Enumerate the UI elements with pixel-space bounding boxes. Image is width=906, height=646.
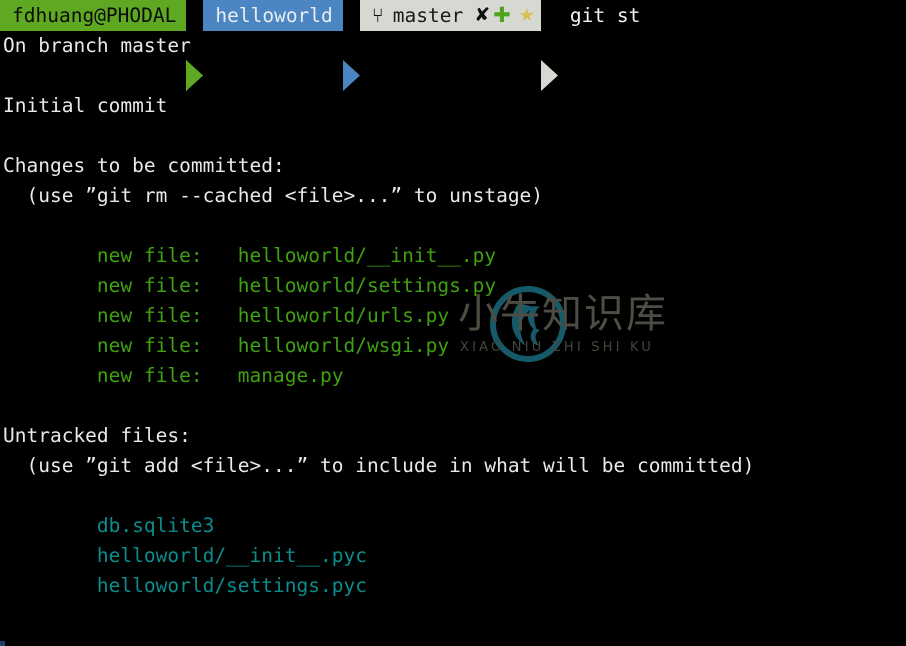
- output-line: new file: helloworld/wsgi.py: [3, 334, 450, 357]
- prompt-separator-directory-icon: [342, 0, 360, 91]
- output-blank-line: [0, 61, 906, 91]
- output-line: Initial commit: [3, 94, 168, 117]
- terminal-output: On branch master Initial commit Changes to…: [0, 31, 906, 601]
- git-staged-icon: ✚: [493, 3, 511, 27]
- output-line: new file: manage.py: [3, 364, 344, 387]
- prompt-directory-segment: helloworld: [203, 0, 343, 31]
- output-line: db.sqlite3: [3, 514, 215, 537]
- shell-prompt-bar: fdhuang@PHODAL helloworld ⑂ master ✘ ✚ ★…: [0, 0, 640, 91]
- git-stashed-icon: ★: [518, 5, 535, 26]
- output-line: Untracked files:: [3, 424, 191, 447]
- output-blank-line: [0, 481, 906, 511]
- output-line: Changes to be committed:: [3, 154, 285, 177]
- prompt-directory-label: helloworld: [215, 4, 333, 27]
- prompt-user-host-label: fdhuang@PHODAL: [12, 4, 177, 27]
- terminal-window: fdhuang@PHODAL helloworld ⑂ master ✘ ✚ ★…: [0, 0, 906, 646]
- output-line: new file: helloworld/settings.py: [3, 274, 497, 297]
- output-line: helloworld/settings.pyc: [3, 574, 367, 597]
- git-branch-icon: ⑂: [371, 3, 384, 27]
- output-line: helloworld/__init__.pyc: [3, 544, 367, 567]
- git-status-flags: ✘ ✚ ★: [474, 0, 535, 31]
- command-input[interactable]: git st: [558, 0, 640, 31]
- output-blank-line: [0, 121, 906, 151]
- output-line: new file: helloworld/__init__.py: [3, 244, 497, 267]
- prompt-user-host-segment: fdhuang@PHODAL: [0, 0, 187, 31]
- output-line: On branch master: [3, 34, 191, 57]
- output-blank-line: [0, 211, 906, 241]
- output-blank-line: [0, 391, 906, 421]
- output-line: new file: helloworld/urls.py: [3, 304, 450, 327]
- prompt-separator-git-icon: [540, 0, 558, 91]
- git-modified-icon: ✘: [474, 4, 491, 26]
- output-line: (use ”git rm --cached <file>...” to unst…: [3, 184, 544, 207]
- prompt-separator-user-icon: [186, 0, 204, 91]
- output-line: (use ”git add <file>...” to include in w…: [3, 454, 755, 477]
- corner-artifact: [0, 641, 5, 646]
- command-text: git st: [569, 3, 641, 27]
- prompt-branch-label: master: [392, 4, 464, 27]
- prompt-git-segment: ⑂ master ✘ ✚ ★: [359, 0, 541, 31]
